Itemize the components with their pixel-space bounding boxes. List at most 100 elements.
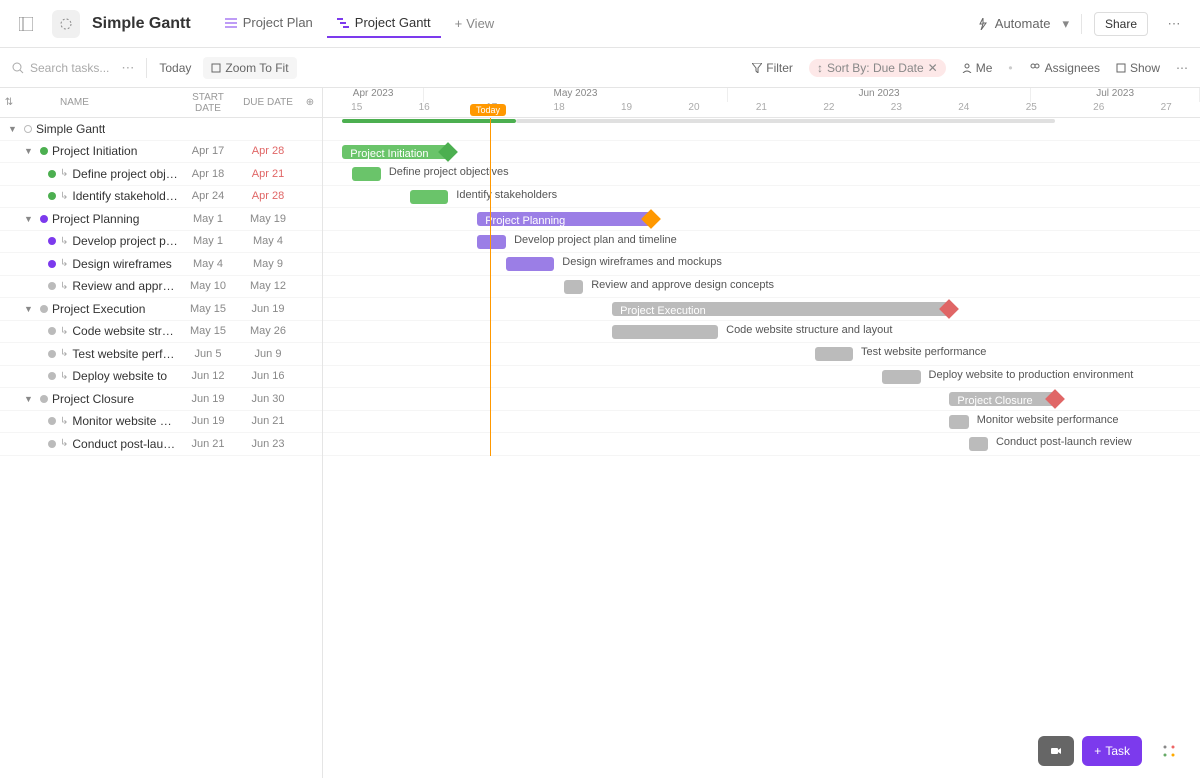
due-date[interactable]: May 4 <box>238 235 298 247</box>
chevron-down-icon[interactable]: ▼ <box>24 394 36 404</box>
start-date[interactable]: May 4 <box>178 258 238 270</box>
start-date[interactable]: Jun 21 <box>178 438 238 450</box>
due-date[interactable]: Jun 21 <box>238 415 298 427</box>
chevron-down-icon[interactable]: ▼ <box>24 146 36 156</box>
due-date[interactable]: Jun 19 <box>238 303 298 315</box>
apps-button[interactable] <box>1150 736 1188 766</box>
task-row[interactable]: ▼Simple Gantt <box>0 118 322 141</box>
gantt-bar[interactable] <box>352 167 381 181</box>
start-date[interactable]: Jun 19 <box>178 393 238 405</box>
gantt-bar[interactable]: Project Planning <box>477 212 650 226</box>
due-date[interactable]: Jun 16 <box>238 370 298 382</box>
start-date[interactable]: May 15 <box>178 303 238 315</box>
gantt-bar[interactable] <box>410 190 449 204</box>
start-date[interactable]: Jun 5 <box>178 348 238 360</box>
task-row[interactable]: ↳Design wireframesMay 4May 9 <box>0 253 322 276</box>
start-date[interactable]: Apr 17 <box>178 145 238 157</box>
due-date[interactable]: Jun 9 <box>238 348 298 360</box>
sort-pill[interactable]: ↕ Sort By: Due Date ✕ <box>809 59 946 77</box>
task-row[interactable]: ↳Conduct post-launchJun 21Jun 23 <box>0 433 322 456</box>
status-dot <box>48 372 56 380</box>
due-date[interactable]: Apr 21 <box>238 168 298 180</box>
gantt-bar[interactable] <box>815 347 854 361</box>
task-row[interactable]: ↳Deploy website toJun 12Jun 16 <box>0 366 322 389</box>
start-date[interactable]: May 10 <box>178 280 238 292</box>
search-input[interactable]: Search tasks... <box>12 61 109 75</box>
more-menu-icon[interactable]: ⋯ <box>1160 10 1188 38</box>
gantt-icon <box>337 17 349 29</box>
filter-button[interactable]: Filter <box>752 61 793 75</box>
share-button[interactable]: Share <box>1094 12 1148 36</box>
start-date[interactable]: May 15 <box>178 325 238 337</box>
gantt-bar[interactable]: Project Initiation <box>342 145 448 159</box>
add-column-button[interactable]: ⊕ <box>298 97 322 108</box>
zoom-to-fit-button[interactable]: Zoom To Fit <box>203 57 296 79</box>
gantt-area[interactable]: Apr 2023May 2023Jun 2023Jul 2023 1516171… <box>323 88 1200 778</box>
show-button[interactable]: Show <box>1116 61 1160 75</box>
task-row[interactable]: ↳Review and approveMay 10May 12 <box>0 276 322 299</box>
col-due[interactable]: Due Date <box>238 97 298 108</box>
plus-icon: + <box>1094 744 1101 758</box>
close-icon[interactable]: ✕ <box>928 61 938 75</box>
month-label: Jul 2023 <box>1031 88 1200 102</box>
record-button[interactable] <box>1038 736 1074 766</box>
main-content: ⇅ NAME Start Date Due Date ⊕ ▼Simple Gan… <box>0 88 1200 778</box>
gantt-bar[interactable] <box>969 437 988 451</box>
sidebar-toggle-icon[interactable] <box>12 10 40 38</box>
gantt-bar[interactable] <box>477 235 506 249</box>
due-date[interactable]: Apr 28 <box>238 190 298 202</box>
gantt-bar[interactable] <box>612 325 718 339</box>
due-date[interactable]: Jun 30 <box>238 393 298 405</box>
due-date[interactable]: May 19 <box>238 213 298 225</box>
start-date[interactable]: Jun 12 <box>178 370 238 382</box>
task-row[interactable]: ▼Project InitiationApr 17Apr 28 <box>0 141 322 164</box>
start-date[interactable]: May 1 <box>178 235 238 247</box>
start-date[interactable]: Apr 24 <box>178 190 238 202</box>
task-row[interactable]: ▼Project PlanningMay 1May 19 <box>0 208 322 231</box>
grid-icon <box>1162 744 1176 758</box>
col-start[interactable]: Start Date <box>178 92 238 114</box>
more-icon[interactable]: ⋯ <box>1176 61 1188 75</box>
start-date[interactable]: May 1 <box>178 213 238 225</box>
col-name[interactable]: NAME <box>18 97 178 108</box>
show-icon <box>1116 63 1126 73</box>
gantt-bar[interactable] <box>506 257 554 271</box>
task-row[interactable]: ▼Project ExecutionMay 15Jun 19 <box>0 298 322 321</box>
start-date[interactable]: Jun 19 <box>178 415 238 427</box>
expand-collapse-icon[interactable]: ⇅ <box>0 97 18 108</box>
task-row[interactable]: ↳Test website performanceJun 5Jun 9 <box>0 343 322 366</box>
tab-project-plan[interactable]: Project Plan <box>215 9 323 38</box>
chevron-down-icon[interactable]: ▾ <box>1062 16 1069 32</box>
task-row[interactable]: ↳Code website structureMay 15May 26 <box>0 321 322 344</box>
gantt-bar[interactable]: Project Execution <box>612 302 949 316</box>
tab-project-gantt[interactable]: Project Gantt <box>327 9 441 38</box>
assignees-button[interactable]: Assignees <box>1029 61 1100 75</box>
due-date[interactable]: Apr 28 <box>238 145 298 157</box>
chevron-down-icon[interactable]: ▼ <box>24 214 36 224</box>
automate-button[interactable]: Automate <box>977 16 1051 31</box>
chevron-down-icon[interactable]: ▼ <box>8 124 20 134</box>
search-more-icon[interactable]: ⋯ <box>121 60 134 76</box>
due-date[interactable]: May 12 <box>238 280 298 292</box>
gantt-bar[interactable]: Project Closure <box>949 392 1055 406</box>
subtask-icon: ↳ <box>60 438 68 449</box>
gantt-bar-label: Project Initiation <box>350 148 428 160</box>
due-date[interactable]: May 9 <box>238 258 298 270</box>
task-row[interactable]: ▼Project ClosureJun 19Jun 30 <box>0 388 322 411</box>
today-button[interactable]: Today <box>159 61 191 75</box>
gantt-row: Design wireframes and mockups <box>323 253 1200 276</box>
gantt-bar[interactable] <box>564 280 583 294</box>
start-date[interactable]: Apr 18 <box>178 168 238 180</box>
task-row[interactable]: ↳Monitor website performanceJun 19Jun 21 <box>0 411 322 434</box>
chevron-down-icon[interactable]: ▼ <box>24 304 36 314</box>
add-view-button[interactable]: + View <box>445 9 505 38</box>
gantt-bar[interactable] <box>949 415 968 429</box>
gantt-bar[interactable] <box>882 370 921 384</box>
due-date[interactable]: May 26 <box>238 325 298 337</box>
due-date[interactable]: Jun 23 <box>238 438 298 450</box>
task-row[interactable]: ↳Define project objectivesApr 18Apr 21 <box>0 163 322 186</box>
task-row[interactable]: ↳Identify stakeholdersApr 24Apr 28 <box>0 186 322 209</box>
new-task-button[interactable]: + Task <box>1082 736 1142 766</box>
me-button[interactable]: Me <box>962 61 993 75</box>
task-row[interactable]: ↳Develop project planMay 1May 4 <box>0 231 322 254</box>
